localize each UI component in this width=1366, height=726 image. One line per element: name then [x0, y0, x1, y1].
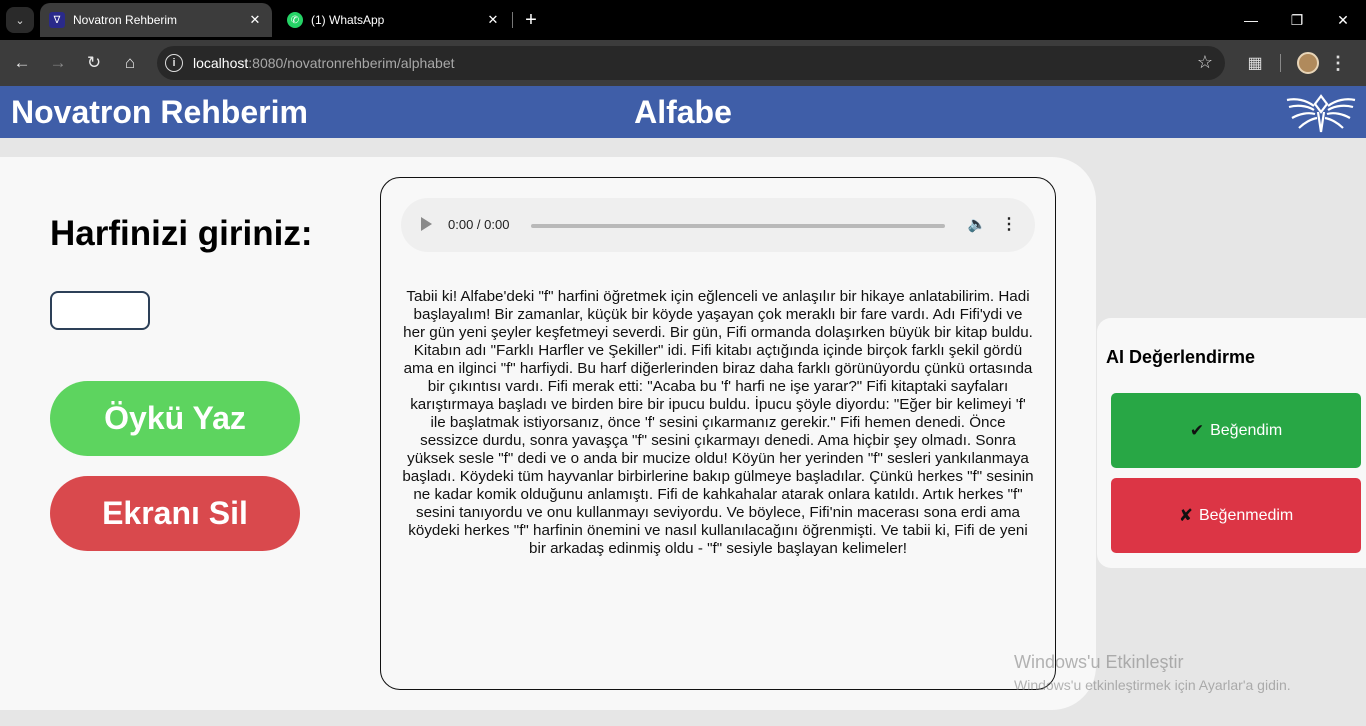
ai-rating-panel: AI Değerlendirme ✔ Beğendim ✘ Beğenmedim	[1097, 318, 1366, 568]
browser-toolbar: ← → ↻ ⌂ i localhost:8080/novatronrehberi…	[0, 40, 1366, 86]
check-icon: ✔	[1189, 420, 1205, 440]
toolbar-divider	[1280, 54, 1281, 72]
activation-watermark-title: Windows'u Etkinleştir	[1014, 652, 1184, 672]
tab-title: Novatron Rehberim	[73, 13, 178, 27]
audio-more-icon[interactable]: ⋮	[1001, 214, 1017, 234]
letter-input[interactable]	[50, 291, 150, 330]
like-label: Beğendim	[1210, 421, 1283, 439]
tab-novatron[interactable]: ∇ Novatron Rehberim ✕	[40, 3, 272, 37]
novatron-logo	[1286, 94, 1356, 133]
letter-prompt-label: Harfinizi giriniz:	[50, 214, 313, 253]
address-bar[interactable]: i localhost:8080/novatronrehberim/alphab…	[157, 46, 1225, 80]
reload-icon[interactable]: ↻	[81, 50, 107, 76]
audio-player[interactable]: 0:00 / 0:00 🔈 ⋮	[401, 198, 1035, 252]
app-header: Novatron Rehberim Alfabe	[0, 86, 1366, 138]
cross-icon: ✘	[1178, 505, 1193, 525]
clear-screen-button[interactable]: Ekranı Sil	[50, 476, 300, 551]
tab-search-icon[interactable]: ⌄	[6, 7, 34, 33]
close-tab-icon[interactable]: ✕	[484, 11, 502, 29]
back-icon[interactable]: ←	[9, 50, 35, 76]
site-info-icon[interactable]: i	[165, 54, 183, 72]
tab-whatsapp[interactable]: ✆ (1) WhatsApp ✕	[278, 3, 510, 37]
rating-title: AI Değerlendirme	[1106, 347, 1256, 367]
profile-avatar[interactable]	[1297, 52, 1319, 74]
story-text: Tabii ki! Alfabe'deki "f" harfini öğretm…	[402, 288, 1034, 557]
tab-title: (1) WhatsApp	[311, 13, 385, 27]
restore-icon[interactable]: ❐	[1282, 6, 1312, 34]
page-title: Alfabe	[634, 94, 732, 130]
dislike-label: Beğenmedim	[1198, 506, 1294, 524]
play-icon[interactable]	[421, 217, 432, 231]
url-text: localhost:8080/novatronrehberim/alphabet	[193, 55, 455, 71]
main-card: Harfinizi giriniz: Öykü Yaz Ekranı Sil 0…	[0, 157, 1096, 710]
url-path: :8080/novatronrehberim/alphabet	[248, 55, 455, 71]
novatron-favicon-icon: ∇	[49, 12, 65, 28]
new-tab-icon[interactable]: +	[520, 8, 542, 32]
home-icon[interactable]: ⌂	[117, 50, 143, 76]
close-icon[interactable]: ✕	[1328, 6, 1358, 34]
bookmark-star-icon[interactable]: ☆	[1197, 52, 1213, 73]
extensions-icon[interactable]: ▦	[1244, 52, 1266, 74]
story-panel: 0:00 / 0:00 🔈 ⋮ Tabii ki! Alfabe'deki "f…	[380, 177, 1056, 690]
tab-divider	[512, 12, 513, 28]
like-button[interactable]: ✔ Beğendim	[1111, 393, 1361, 468]
activation-watermark-subtitle: Windows'u etkinleştirmek için Ayarlar'a …	[1014, 677, 1291, 693]
forward-icon[interactable]: →	[45, 50, 71, 76]
dislike-button[interactable]: ✘ Beğenmedim	[1111, 478, 1361, 553]
write-story-button[interactable]: Öykü Yaz	[50, 381, 300, 456]
browser-tab-strip: ⌄ ∇ Novatron Rehberim ✕ ✆ (1) WhatsApp ✕…	[0, 0, 1366, 40]
whatsapp-favicon-icon: ✆	[287, 12, 303, 28]
url-host: localhost	[193, 55, 249, 71]
menu-icon[interactable]: ⋮	[1329, 52, 1347, 74]
volume-icon[interactable]: 🔈	[967, 214, 987, 234]
audio-progress-track[interactable]	[531, 224, 945, 228]
close-tab-icon[interactable]: ✕	[246, 11, 264, 29]
audio-time: 0:00 / 0:00	[448, 217, 510, 232]
minimize-icon[interactable]: —	[1236, 6, 1266, 34]
